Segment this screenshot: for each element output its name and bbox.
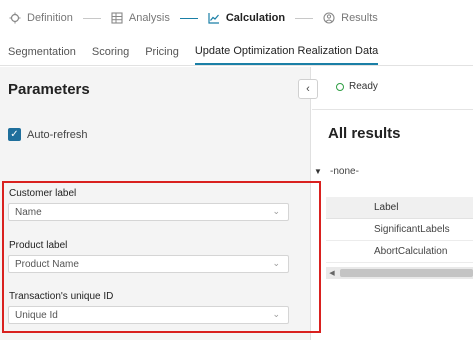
status-text: Ready (349, 81, 378, 92)
divider (312, 109, 473, 110)
table-row[interactable]: SignificantLabels (326, 219, 473, 241)
column-header-label[interactable]: Label (326, 197, 473, 219)
autorefresh-toggle[interactable]: ✓ Auto-refresh (8, 128, 88, 141)
table-row[interactable]: AbortCalculation (326, 241, 473, 263)
tab-update-optimization[interactable]: Update Optimization Realization Data (194, 45, 379, 65)
step-calculation[interactable]: Calculation (208, 12, 285, 24)
step-label: Calculation (225, 12, 286, 24)
target-icon (9, 12, 21, 24)
chart-icon (208, 12, 220, 24)
results-title: All results (328, 125, 401, 142)
table-icon (111, 12, 123, 24)
group-label: -none- (330, 166, 359, 177)
step-label: Definition (27, 12, 73, 24)
status-indicator: Ready (336, 81, 378, 92)
step-connector (295, 17, 314, 19)
tab-pricing[interactable]: Pricing (145, 46, 179, 65)
step-connector (82, 17, 101, 19)
process-stepper: Definition Analysis Calculation Results (0, 0, 473, 36)
autorefresh-label: Auto-refresh (27, 128, 88, 141)
chevron-down-icon[interactable]: ▼ (312, 167, 324, 176)
step-definition[interactable]: Definition (9, 12, 73, 24)
status-ok-icon (336, 82, 344, 91)
parameters-title: Parameters (8, 81, 90, 98)
autorefresh-checkbox[interactable]: ✓ (8, 128, 21, 141)
step-label: Results (341, 12, 378, 24)
tab-segmentation[interactable]: Segmentation (8, 46, 76, 65)
group-row[interactable]: ▼ -none- (312, 166, 359, 177)
tab-scoring[interactable]: Scoring (92, 46, 129, 65)
results-icon (323, 12, 335, 24)
horizontal-scrollbar[interactable]: ◀ (326, 267, 473, 279)
chevron-left-icon: ‹ (306, 83, 310, 95)
step-label: Analysis (128, 12, 170, 24)
results-table: Label SignificantLabels AbortCalculation (326, 197, 473, 263)
step-results[interactable]: Results (323, 12, 378, 24)
step-connector (179, 17, 198, 19)
collapse-panel-button[interactable]: ‹ (298, 79, 318, 99)
results-panel: Ready All results ▼ -none- Label Signifi… (312, 67, 473, 340)
scroll-left-icon[interactable]: ◀ (326, 267, 338, 279)
scrollbar-thumb[interactable] (340, 269, 473, 277)
step-analysis[interactable]: Analysis (111, 12, 170, 24)
tab-bar: Segmentation Scoring Pricing Update Opti… (0, 36, 473, 66)
highlight-frame (2, 181, 321, 333)
